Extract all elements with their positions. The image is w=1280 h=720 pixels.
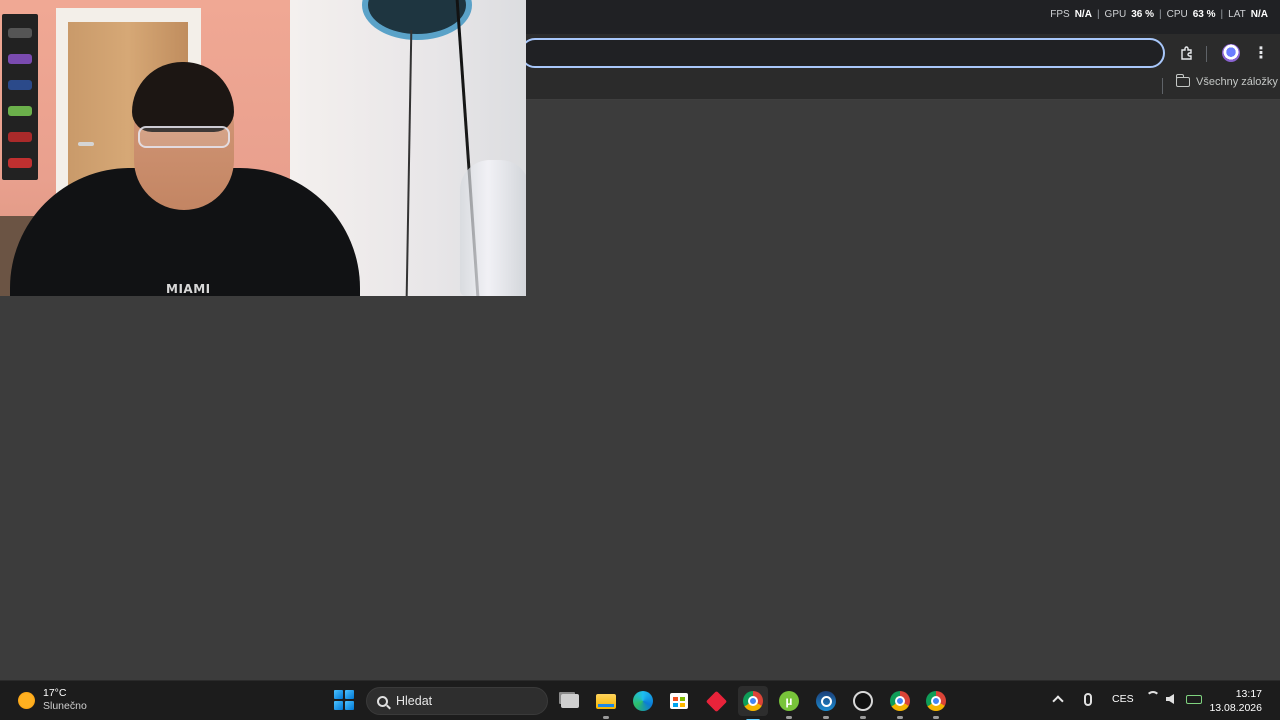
- microphone-icon[interactable]: [1084, 693, 1092, 706]
- utorrent-icon: µ: [779, 691, 799, 711]
- taskbar-app-steam[interactable]: [814, 689, 838, 719]
- input-language-indicator[interactable]: CES: [1112, 693, 1134, 705]
- lat-value: N/A: [1250, 9, 1268, 20]
- red-diamond-icon: [705, 690, 727, 712]
- sun-icon: [18, 691, 35, 709]
- perf-separator: |: [1220, 9, 1224, 20]
- cpu-label: CPU: [1166, 9, 1188, 20]
- lat-label: LAT: [1228, 9, 1246, 20]
- search-icon: [377, 695, 388, 707]
- toolbar-divider: [1206, 46, 1207, 62]
- start-button[interactable]: [334, 690, 354, 710]
- address-bar[interactable]: [520, 38, 1165, 68]
- gpu-value: 36 %: [1131, 9, 1155, 20]
- clock-time: 13:17: [1235, 688, 1262, 700]
- steam-icon: [816, 691, 836, 711]
- taskbar-app-chrome-profile-2[interactable]: [924, 689, 948, 719]
- taskbar-search-box[interactable]: Hledat: [366, 687, 548, 715]
- weather-condition: Slunečno: [43, 700, 87, 712]
- chrome-icon: [743, 691, 763, 711]
- gpu-label: GPU: [1104, 9, 1127, 20]
- search-placeholder: Hledat: [396, 694, 433, 708]
- bookmarks-divider: [1162, 78, 1163, 94]
- shirt-print-text: MIAMI: [166, 282, 211, 296]
- desktop-screen: FPS N/A | GPU 36 % | CPU 63 % | LAT N/A …: [0, 0, 1280, 720]
- perf-separator: |: [1096, 9, 1100, 20]
- battery-icon[interactable]: [1186, 695, 1202, 704]
- all-bookmarks-label: Všechny záložky: [1196, 76, 1278, 88]
- more-options-kebab-icon[interactable]: ⋮: [1250, 42, 1272, 64]
- taskbar-app-task-view[interactable]: [558, 689, 582, 713]
- taskbar-app-utorrent[interactable]: µ: [777, 689, 801, 719]
- windows-taskbar: 17°C Slunečno Hledat µ CES 13:17 13.08.2…: [0, 680, 1280, 720]
- edge-icon: [633, 691, 653, 711]
- store-icon: [670, 693, 688, 709]
- perf-separator: |: [1159, 9, 1162, 20]
- folder-icon: [596, 693, 616, 709]
- taskbar-clock[interactable]: 13:17 13.08.2026: [1209, 687, 1262, 715]
- chrome-icon: [926, 691, 946, 711]
- profile-avatar-icon[interactable]: [1220, 42, 1242, 64]
- windows-logo-icon: [334, 690, 343, 699]
- taskbar-app-red[interactable]: [704, 689, 728, 713]
- chrome-icon: [890, 691, 910, 711]
- performance-overlay: FPS N/A | GPU 36 % | CPU 63 % | LAT N/A: [1050, 9, 1268, 20]
- extensions-puzzle-icon[interactable]: [1176, 42, 1198, 64]
- taskbar-app-chrome[interactable]: [738, 686, 768, 720]
- clock-date: 13.08.2026: [1209, 702, 1262, 714]
- volume-icon[interactable]: [1166, 694, 1174, 704]
- taskbar-app-edge[interactable]: [631, 689, 655, 713]
- show-hidden-icons-chevron-icon[interactable]: [1052, 695, 1064, 707]
- taskbar-app-chrome-profile-1[interactable]: [888, 689, 912, 719]
- fps-label: FPS: [1050, 9, 1070, 20]
- taskbar-app-file-explorer[interactable]: [594, 689, 618, 719]
- task-view-icon: [561, 694, 579, 708]
- webcam-overlay: MIAMI: [0, 0, 526, 296]
- taskbar-app-store[interactable]: [667, 689, 691, 713]
- fps-value: N/A: [1074, 9, 1092, 20]
- weather-widget[interactable]: 17°C Slunečno: [18, 687, 87, 713]
- wifi-icon[interactable]: [1146, 691, 1160, 705]
- folder-icon: [1175, 74, 1190, 87]
- cpu-value: 63 %: [1192, 9, 1216, 20]
- weather-temperature: 17°C: [43, 687, 67, 699]
- obs-icon: [853, 691, 873, 711]
- all-bookmarks-button[interactable]: Všechny záložky: [1175, 74, 1278, 88]
- taskbar-app-obs[interactable]: [851, 689, 875, 719]
